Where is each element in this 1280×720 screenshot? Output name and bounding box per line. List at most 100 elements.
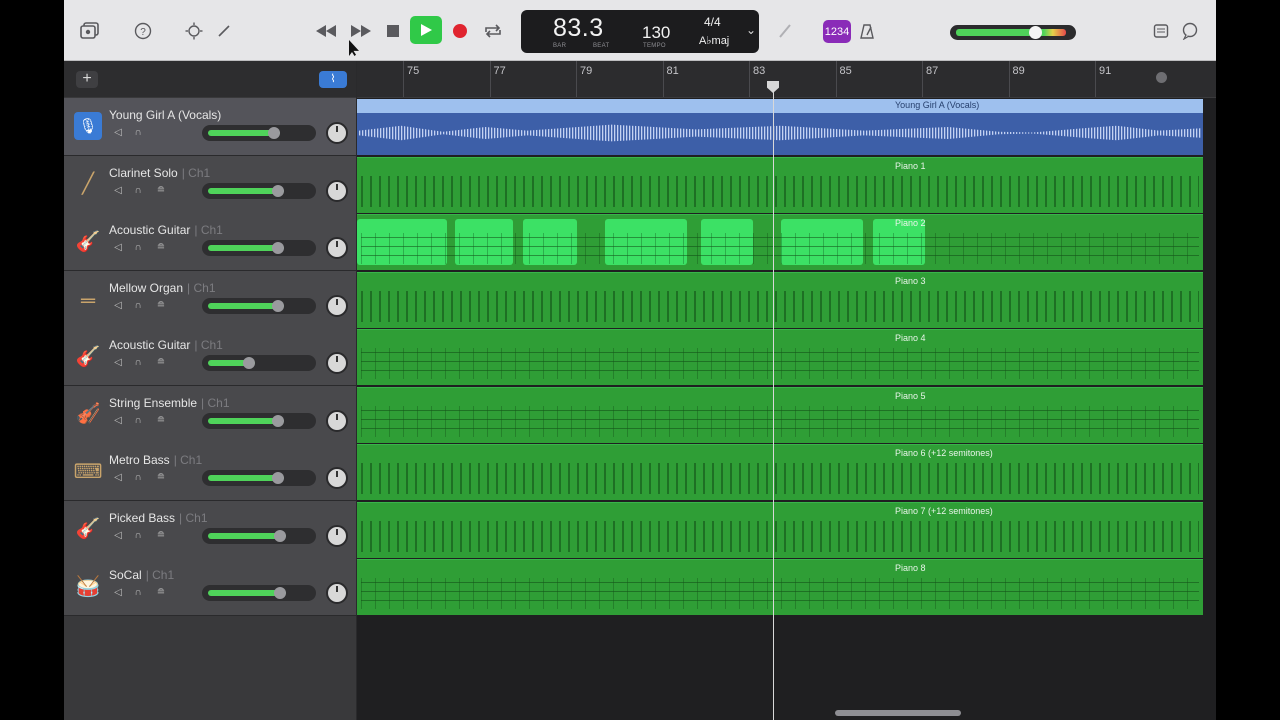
help-icon[interactable]: ? <box>130 18 156 44</box>
track-volume-slider[interactable] <box>202 182 316 199</box>
audio-region[interactable]: Young Girl A (Vocals) <box>357 99 1203 155</box>
pan-knob[interactable] <box>326 409 348 432</box>
input-monitor-icon[interactable]: ≘ <box>155 357 167 369</box>
smart-controls-icon[interactable] <box>181 18 207 44</box>
track-volume-knob[interactable] <box>272 299 284 312</box>
headphones-icon[interactable]: ∩ <box>132 472 144 484</box>
chevron-down-icon[interactable]: ⌄ <box>746 23 756 37</box>
pan-knob[interactable] <box>326 352 348 374</box>
midi-region[interactable]: Piano 6 (+12 semitones) <box>357 444 1203 500</box>
midi-region[interactable]: Piano 7 (+12 semitones) <box>357 501 1203 558</box>
play-button[interactable] <box>410 16 442 44</box>
zoom-slider-knob[interactable] <box>1156 72 1167 83</box>
lcd-display[interactable]: 83.3 BAR BEAT 130 TEMPO 4/4 A♭maj ⌄ <box>521 10 759 53</box>
loop-browser-icon[interactable] <box>1177 18 1203 44</box>
headphones-icon[interactable]: ∩ <box>132 357 144 369</box>
track-name[interactable]: String Ensemble | Ch1 <box>109 396 230 410</box>
track-name[interactable]: Metro Bass | Ch1 <box>109 453 202 467</box>
headphones-icon[interactable]: ∩ <box>132 530 144 542</box>
tuner-icon[interactable] <box>772 18 798 44</box>
track-volume-knob[interactable] <box>272 414 284 427</box>
midi-region[interactable]: Piano 4 <box>357 329 1203 385</box>
catch-playhead-button[interactable]: ⌇ <box>319 71 347 88</box>
track-header[interactable]: 🎸 Acoustic Guitar | Ch1 ◁ ∩ ≘ <box>64 328 356 386</box>
input-monitor-icon[interactable]: ≘ <box>155 300 167 312</box>
track-volume-slider[interactable] <box>202 355 316 371</box>
stop-icon[interactable] <box>380 18 406 44</box>
horizontal-scrollbar[interactable] <box>835 710 961 716</box>
track-header[interactable]: 🥁 SoCal | Ch1 ◁ ∩ ≘ <box>64 558 356 616</box>
headphones-icon[interactable]: ∩ <box>132 415 144 427</box>
pan-knob[interactable] <box>326 294 348 317</box>
mute-icon[interactable]: ◁ <box>112 127 124 139</box>
track-volume-slider[interactable] <box>202 412 316 429</box>
cycle-icon[interactable] <box>480 18 506 44</box>
pan-knob[interactable] <box>326 582 348 604</box>
headphones-icon[interactable]: ∩ <box>132 300 144 312</box>
tracks-area[interactable]: 75 77 79 81 83 85 87 89 91 Young Girl A (Vocals)… <box>357 61 1216 720</box>
mute-icon[interactable]: ◁ <box>112 415 124 427</box>
track-volume-slider[interactable] <box>202 297 316 314</box>
track-name[interactable]: Acoustic Guitar | Ch1 <box>109 223 223 237</box>
pencil-icon[interactable] <box>211 18 237 44</box>
input-monitor-icon[interactable]: ≘ <box>155 472 167 484</box>
midi-region[interactable]: Piano 8 <box>357 559 1203 615</box>
track-volume-slider[interactable] <box>202 470 316 486</box>
pan-knob[interactable] <box>326 179 348 202</box>
track-volume-slider[interactable] <box>202 585 316 601</box>
track-volume-knob[interactable] <box>272 472 284 484</box>
notepad-icon[interactable] <box>1148 18 1174 44</box>
track-name[interactable]: Mellow Organ | Ch1 <box>109 281 216 295</box>
input-monitor-icon[interactable]: ≘ <box>155 415 167 427</box>
pan-knob[interactable] <box>326 122 348 144</box>
mute-icon[interactable]: ◁ <box>112 472 124 484</box>
headphones-icon[interactable]: ∩ <box>132 587 144 599</box>
fast-forward-icon[interactable] <box>348 18 374 44</box>
playhead[interactable] <box>773 81 774 720</box>
midi-region[interactable]: Piano 1 <box>357 156 1203 213</box>
rewind-icon[interactable] <box>313 18 339 44</box>
track-name[interactable]: Clarinet Solo | Ch1 <box>109 166 210 180</box>
track-header[interactable]: 𝍡 Mellow Organ | Ch1 ◁ ∩ ≘ <box>64 270 356 329</box>
track-header[interactable]: 🎸 Acoustic Guitar | Ch1 ◁ ∩ ≘ <box>64 213 356 271</box>
master-volume-knob[interactable] <box>1029 26 1042 39</box>
pan-knob[interactable] <box>326 467 348 489</box>
midi-region[interactable]: Piano 5 <box>357 386 1203 443</box>
mute-icon[interactable]: ◁ <box>112 530 124 542</box>
track-header[interactable]: ⌨ Metro Bass | Ch1 ◁ ∩ ≘ <box>64 443 356 501</box>
add-track-button[interactable]: + <box>76 71 98 88</box>
track-header[interactable]: ╱ Clarinet Solo | Ch1 ◁ ∩ ≘ <box>64 155 356 214</box>
midi-region[interactable]: Piano 3 <box>357 271 1203 328</box>
track-volume-knob[interactable] <box>274 587 286 599</box>
input-monitor-icon[interactable]: ≘ <box>155 530 167 542</box>
track-name[interactable]: Picked Bass | Ch1 <box>109 511 208 525</box>
metronome-icon[interactable] <box>854 18 880 44</box>
track-name[interactable]: Acoustic Guitar | Ch1 <box>109 338 223 352</box>
mute-icon[interactable]: ◁ <box>112 185 124 197</box>
record-icon[interactable] <box>447 18 473 44</box>
ruler[interactable]: 75 77 79 81 83 85 87 89 91 <box>357 61 1216 98</box>
pan-knob[interactable] <box>326 237 348 259</box>
track-volume-slider[interactable] <box>202 527 316 544</box>
mute-icon[interactable]: ◁ <box>112 587 124 599</box>
count-in-button[interactable]: 1234 <box>823 20 851 43</box>
mute-icon[interactable]: ◁ <box>112 357 124 369</box>
track-name[interactable]: Young Girl A (Vocals) <box>109 108 225 122</box>
input-monitor-icon[interactable]: ≘ <box>155 587 167 599</box>
track-volume-slider[interactable] <box>202 240 316 256</box>
track-header[interactable]: 🎸 Picked Bass | Ch1 ◁ ∩ ≘ <box>64 500 356 559</box>
pan-knob[interactable] <box>326 524 348 547</box>
master-volume-slider[interactable] <box>950 25 1076 40</box>
track-header[interactable]: 🎙 Young Girl A (Vocals) ◁ ∩ <box>64 98 356 156</box>
headphones-icon[interactable]: ∩ <box>132 242 144 254</box>
track-volume-slider[interactable] <box>202 125 316 141</box>
input-monitor-icon[interactable]: ≘ <box>155 242 167 254</box>
track-volume-knob[interactable] <box>272 184 284 197</box>
mute-icon[interactable]: ◁ <box>112 300 124 312</box>
track-volume-knob[interactable] <box>243 357 255 369</box>
browser-icon[interactable] <box>77 18 103 44</box>
track-name[interactable]: SoCal | Ch1 <box>109 568 174 582</box>
track-header[interactable]: 🎻 String Ensemble | Ch1 ◁ ∩ ≘ <box>64 385 356 444</box>
input-monitor-icon[interactable]: ≘ <box>155 185 167 197</box>
midi-region[interactable]: Piano 2 <box>357 214 1203 270</box>
